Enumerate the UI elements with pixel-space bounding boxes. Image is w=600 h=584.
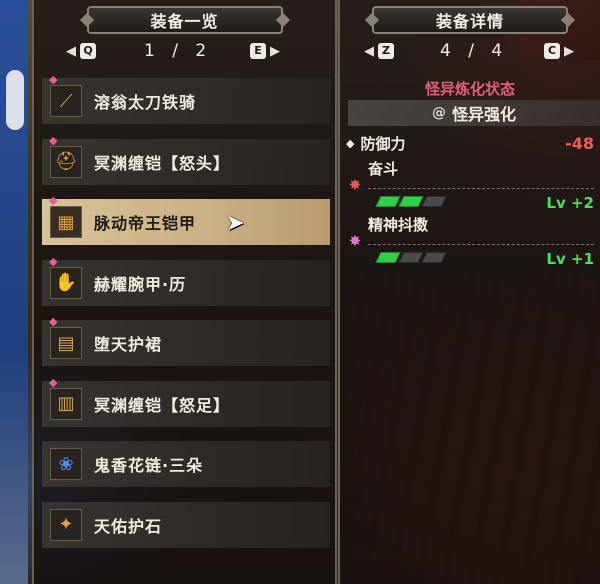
gauge-segment — [398, 252, 424, 263]
next-arrow-icon[interactable]: ▶ — [564, 44, 574, 59]
defense-stat: ◆ 防御力 -48 — [346, 132, 594, 154]
equipment-item[interactable]: ◆ ▤ 堕天护裙 — [42, 316, 330, 366]
equipment-item[interactable]: ◆ ⟋ 溶翁太刀铁骑 — [42, 74, 330, 124]
skill-gem-icon: ✸ — [348, 232, 362, 250]
gauge-segment — [421, 252, 447, 263]
prev-arrow-icon[interactable]: ◀ — [364, 44, 374, 59]
skill-level-gauge — [375, 252, 447, 263]
skill-level: Lv +2 — [546, 194, 594, 212]
stat-name: 防御力 — [360, 134, 406, 153]
equipment-item[interactable]: ✦ 天佑护石 — [42, 501, 330, 548]
gauge-segment — [421, 196, 447, 207]
skill-level: Lv +1 — [546, 250, 594, 268]
skill-name: 奋斗 — [368, 160, 399, 178]
waist-armor-icon: ◆ ▤ — [49, 316, 82, 359]
skill-name: 精神抖擞 — [368, 216, 429, 234]
gauntlet-icon: ◆ ✋ — [49, 255, 82, 299]
skill-level-gauge — [375, 196, 447, 207]
pin-icon: ◆ — [49, 254, 58, 268]
qurio-status-title: 怪异炼化状态 — [424, 80, 515, 98]
talisman-icon: ✦ — [50, 508, 82, 541]
pin-icon: ◆ — [49, 73, 58, 86]
charm-flower-icon: ❀ — [50, 448, 82, 480]
helm-icon: ◆ ⛑ — [49, 134, 82, 178]
prev-arrow-icon[interactable]: ◀ — [66, 44, 76, 59]
skill-gem-icon: ✸ — [348, 176, 362, 194]
next-arrow-icon[interactable]: ▶ — [270, 44, 280, 59]
gauge-segment — [375, 196, 401, 207]
pin-icon: ◆ — [49, 194, 58, 207]
equipment-list: ◆ ⟋ 溶翁太刀铁骑 ◆ ⛑ 冥渊缠铠【怒头】 ◆ ▦ 脉动帝王铠甲 ➤ ◆ ✋ 赫耀腕… — [42, 74, 330, 562]
diamond-bullet-icon: ◆ — [346, 136, 355, 150]
divider — [368, 188, 594, 189]
swirl-icon: @ — [431, 105, 446, 121]
divider — [368, 244, 594, 245]
prev-page-key[interactable]: Z — [378, 43, 394, 59]
gauge-segment — [375, 252, 401, 263]
equipment-item[interactable]: ❀ 鬼香花链·三朵 — [42, 441, 330, 487]
greaves-icon: ◆ ▥ — [49, 376, 82, 420]
equipment-item-selected[interactable]: ◆ ▦ 脉动帝王铠甲 ➤ — [42, 195, 330, 245]
equipment-item[interactable]: ◆ ⛑ 冥渊缠铠【怒头】 — [42, 134, 330, 185]
pin-icon: ◆ — [49, 315, 58, 328]
equipment-item[interactable]: ◆ ▥ 冥渊缠铠【怒足】 — [42, 376, 330, 427]
equipment-list-panel: 装备一览 ◀ Q 1 / 2 E ▶ ◆ ⟋ 溶翁太刀铁骑 ◆ ⛑ 冥渊缠铠【怒头】… — [32, 0, 337, 584]
equipment-detail-title: 装备详情 — [372, 6, 568, 34]
equipment-name: 鬼香花链·三朵 — [94, 456, 204, 475]
equipment-detail-panel: 装备详情 ◀ Z 4 / 4 C ▶ 怪异炼化状态 @ 怪异强化 ◆ 防御力 -… — [338, 0, 600, 584]
equipment-name: 冥渊缠铠【怒头】 — [94, 153, 231, 173]
equipment-detail-pager: ◀ Z 4 / 4 C ▶ — [340, 40, 600, 62]
equipment-name: 天佑护石 — [94, 516, 163, 536]
equipment-name: 溶翁太刀铁骑 — [94, 93, 197, 112]
mouse-cursor-icon: ➤ — [226, 211, 245, 236]
pin-icon: ◆ — [49, 133, 58, 147]
skill-entry: 精神抖擞 ✸ Lv +1 — [346, 214, 594, 274]
equipment-item[interactable]: ◆ ✋ 赫耀腕甲·历 — [42, 255, 330, 306]
stat-value: -48 — [565, 133, 594, 153]
page-counter: 4 / 4 — [440, 41, 509, 61]
equipment-name: 冥渊缠铠【怒足】 — [94, 395, 231, 415]
equipment-name: 脉动帝王铠甲 — [94, 214, 197, 233]
great-sword-icon: ◆ ⟋ — [49, 74, 82, 117]
skill-entry: 奋斗 ✸ Lv +2 — [346, 158, 594, 218]
next-page-key[interactable]: C — [544, 43, 560, 59]
qurio-status-label: 怪异强化 — [451, 105, 516, 124]
equipment-name: 堕天护裙 — [94, 335, 163, 354]
background-banner — [0, 0, 28, 584]
chest-armor-icon: ◆ ▦ — [49, 195, 82, 238]
equipment-list-title: 装备一览 — [86, 6, 283, 34]
equipment-name: 赫耀腕甲·历 — [94, 274, 187, 294]
next-page-key[interactable]: E — [250, 43, 266, 59]
pin-icon: ◆ — [49, 375, 58, 389]
page-counter: 1 / 2 — [144, 41, 213, 61]
qurio-status-bar: @ 怪异强化 — [348, 100, 600, 126]
prev-page-key[interactable]: Q — [80, 43, 96, 59]
gauge-segment — [398, 196, 424, 207]
equipment-list-pager: ◀ Q 1 / 2 E ▶ — [34, 40, 335, 62]
